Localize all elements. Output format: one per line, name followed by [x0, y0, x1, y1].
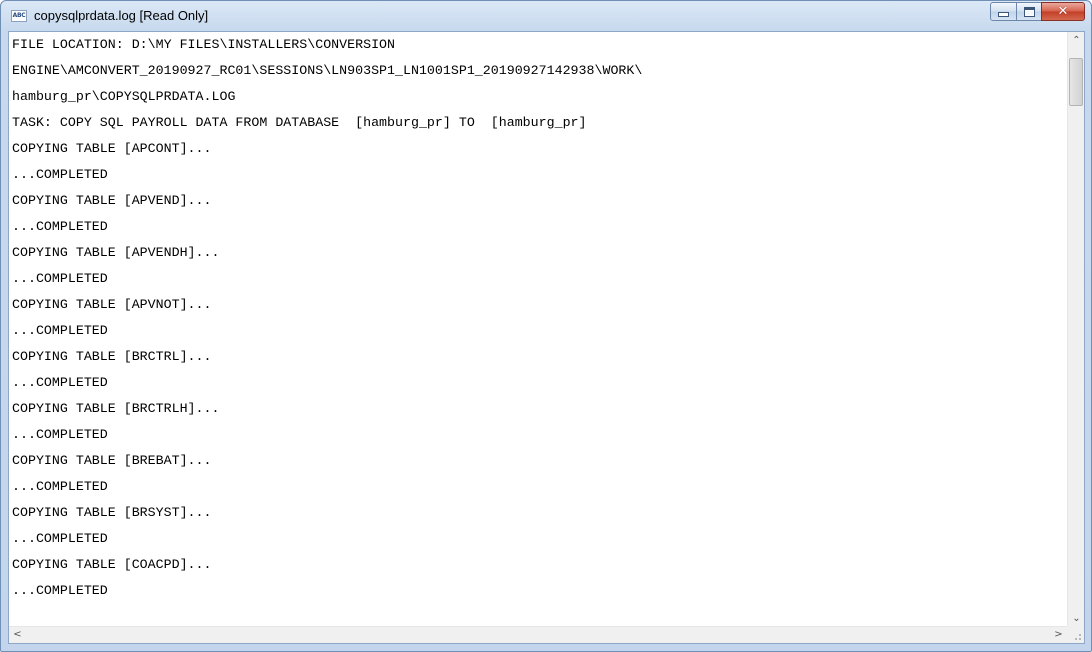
minimize-icon: [998, 12, 1009, 17]
window-title: copysqlprdata.log [Read Only]: [34, 8, 209, 23]
caption-buttons: ✕: [990, 2, 1085, 21]
log-line: COPYING TABLE [BRSYST]...: [12, 505, 212, 520]
horizontal-scrollbar[interactable]: < >: [9, 626, 1067, 643]
scroll-right-icon[interactable]: >: [1050, 627, 1067, 643]
title-bar[interactable]: ABC copysqlprdata.log [Read Only] ✕: [1, 1, 1091, 31]
log-content[interactable]: FILE LOCATION: D:\MY FILES\INSTALLERS\CO…: [9, 32, 1067, 627]
log-line: COPYING TABLE [APVENDH]...: [12, 245, 220, 260]
minimize-button[interactable]: [990, 2, 1017, 21]
vertical-scrollbar[interactable]: ⌃ ⌄: [1067, 32, 1084, 627]
text-document-icon: ABC: [11, 10, 27, 22]
scroll-up-icon[interactable]: ⌃: [1068, 32, 1084, 49]
log-line: COPYING TABLE [COACPD]...: [12, 557, 212, 572]
log-line: ...COMPLETED: [12, 323, 108, 338]
close-icon: ✕: [1057, 4, 1069, 19]
log-line: ENGINE\AMCONVERT_20190927_RC01\SESSIONS\…: [12, 63, 643, 78]
log-lines: FILE LOCATION: D:\MY FILES\INSTALLERS\CO…: [9, 32, 1067, 604]
log-line: ...COMPLETED: [12, 219, 108, 234]
log-line: ...COMPLETED: [12, 427, 108, 442]
log-line: ...COMPLETED: [12, 271, 108, 286]
scroll-left-icon[interactable]: <: [9, 627, 26, 643]
log-viewer-window: ABC copysqlprdata.log [Read Only] ✕ FILE…: [0, 0, 1092, 652]
log-line: TASK: COPY SQL PAYROLL DATA FROM DATABAS…: [12, 115, 587, 130]
log-line: ...COMPLETED: [12, 531, 108, 546]
log-line: COPYING TABLE [APVNOT]...: [12, 297, 212, 312]
log-line: ...COMPLETED: [12, 583, 108, 598]
log-line: ...COMPLETED: [12, 375, 108, 390]
log-line: COPYING TABLE [BRCTRLH]...: [12, 401, 220, 416]
log-text-area[interactable]: FILE LOCATION: D:\MY FILES\INSTALLERS\CO…: [8, 31, 1085, 644]
log-line: ...COMPLETED: [12, 479, 108, 494]
log-line: COPYING TABLE [APCONT]...: [12, 141, 212, 156]
log-line: COPYING TABLE [APVEND]...: [12, 193, 212, 208]
log-line: ...COMPLETED: [12, 167, 108, 182]
close-button[interactable]: ✕: [1041, 2, 1085, 21]
log-line: FILE LOCATION: D:\MY FILES\INSTALLERS\CO…: [12, 37, 396, 52]
maximize-icon: [1023, 6, 1035, 17]
maximize-button[interactable]: [1016, 2, 1042, 21]
log-line: COPYING TABLE [BREBAT]...: [12, 453, 212, 468]
vertical-scroll-thumb[interactable]: [1069, 58, 1083, 106]
size-grip-icon[interactable]: [1067, 626, 1084, 643]
log-line: COPYING TABLE [BRCTRL]...: [12, 349, 212, 364]
scroll-down-icon[interactable]: ⌄: [1068, 610, 1084, 627]
log-line: hamburg_pr\COPYSQLPRDATA.LOG: [12, 89, 236, 104]
